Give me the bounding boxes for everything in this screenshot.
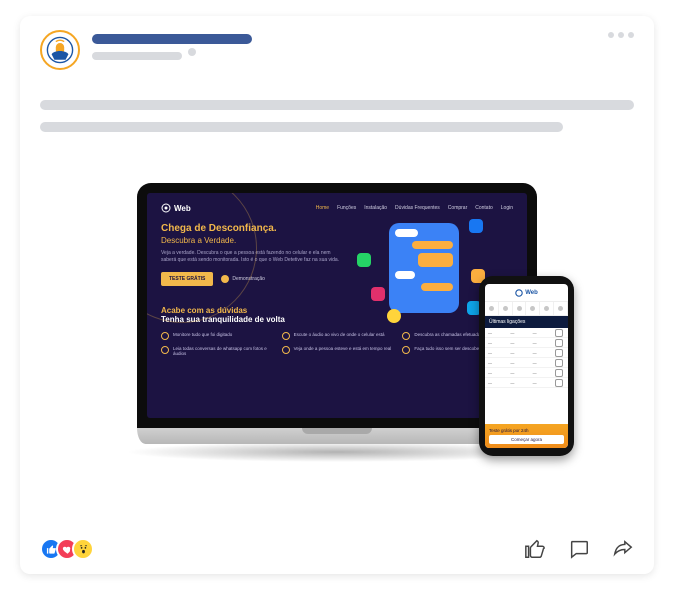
phone-app-screenshot: Web Últimas ligações ——— ——— ——— ——— ———… [485,284,568,448]
table-row: ——— [485,338,568,348]
play-icon [221,275,229,283]
post-footer [40,538,634,560]
like-button[interactable] [524,538,546,560]
section2-heading-a: Acabe com as dúvidas [161,306,513,315]
post-header [40,30,634,70]
table-row: ——— [485,348,568,358]
location-pin-icon [387,309,401,323]
wow-reaction-icon [72,538,94,560]
phone-app-tabs [485,302,568,316]
author-name-placeholder[interactable] [92,34,252,44]
phone-app-header: Web [485,284,568,302]
feature-grid: Monitore tudo que foi digitado Escute o … [161,332,513,356]
comment-button[interactable] [568,538,590,560]
post-author-block [92,30,252,60]
post-text-placeholder [40,100,634,132]
post-actions [524,538,634,560]
laptop-mockup: Web Home Funções Instalação Dúvidas Freq… [137,183,537,444]
avatar-logo-icon [46,36,74,64]
reaction-summary[interactable] [40,538,94,560]
site-logo: Web [161,203,191,213]
profile-avatar[interactable] [40,30,80,70]
table-row: ——— [485,358,568,368]
whatsapp-icon [357,253,371,267]
post-media[interactable]: Web Home Funções Instalação Dúvidas Freq… [40,144,634,474]
instagram-icon [371,287,385,301]
share-button[interactable] [612,538,634,560]
phone-promo-banner: Teste grátis por 24h Começar agora [485,424,568,448]
phone-mockup: Web Últimas ligações ——— ——— ——— ——— ———… [479,276,574,456]
hero-paragraph: Veja a verdade. Descubra o que a pessoa … [161,250,340,264]
phone-section-title: Últimas ligações [485,316,568,328]
post-meta-placeholder [92,52,182,60]
hero-cta-button: TESTE GRÁTIS [161,272,213,286]
social-post-card: Web Home Funções Instalação Dúvidas Freq… [20,16,654,574]
website-screenshot: Web Home Funções Instalação Dúvidas Freq… [147,193,527,418]
facebook-icon [469,219,483,233]
post-more-button[interactable] [608,32,634,38]
hero-demo-link: Demonstração [221,275,265,283]
hero-heading: Chega de Desconfiança. [161,223,349,234]
hero-subheading: Descubra a Verdade. [161,236,349,245]
section2-heading-b: Tenha sua tranquilidade de volta [161,315,513,324]
privacy-icon [188,48,196,56]
table-row: ——— [485,368,568,378]
site-nav: Home Funções Instalação Dúvidas Frequent… [316,205,513,211]
table-row: ——— [485,378,568,388]
table-row: ——— [485,328,568,338]
